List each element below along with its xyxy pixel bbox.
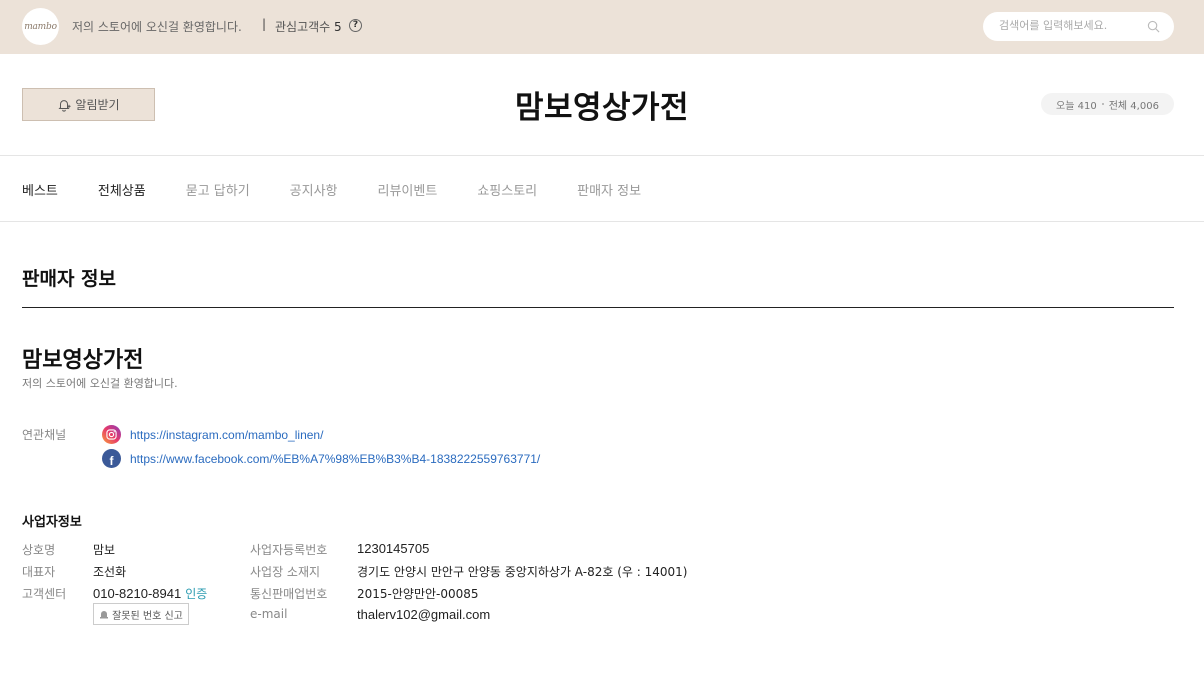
interest-label: 관심고객수: [275, 20, 331, 34]
search-box: [983, 12, 1174, 41]
phone-number: 010-8210-8941: [93, 586, 182, 601]
separator: |: [262, 17, 267, 31]
business-info-title: 사업자정보: [22, 515, 82, 530]
interest-number: 5: [334, 20, 342, 34]
nav-best[interactable]: 베스트: [22, 180, 58, 199]
business-name-label: 상호명: [22, 543, 56, 557]
address-label: 사업장 소재지: [250, 565, 321, 579]
store-title[interactable]: 맘보영상가전: [0, 82, 1204, 127]
channel-row-facebook: f https://www.facebook.com/%EB%A7%98%EB%…: [102, 449, 540, 468]
verify-link[interactable]: 인증: [185, 587, 207, 601]
logo-text: mambo: [24, 21, 57, 32]
help-icon[interactable]: ?: [349, 19, 362, 32]
store-logo[interactable]: mambo: [22, 8, 59, 45]
customer-center-label: 고객센터: [22, 587, 67, 601]
interest-count: 관심고객수 5: [275, 18, 342, 35]
representative-value: 조선화: [93, 565, 127, 579]
top-bar: mambo 저의 스토어에 오신걸 환영합니다. | 관심고객수 5 ?: [0, 0, 1204, 54]
dot-separator: [1101, 103, 1104, 105]
representative-label: 대표자: [22, 565, 56, 579]
visits-total: 전체 4,006: [1108, 100, 1159, 112]
nav-shopping-story[interactable]: 쇼핑스토리: [477, 180, 537, 199]
section-title: 판매자 정보: [22, 268, 117, 290]
ecommerce-number-value: 2015-안양만안-00085: [357, 587, 479, 601]
email-value: thalerv102@gmail.com: [357, 607, 491, 622]
channel-row-instagram: https://instagram.com/mambo_linen/: [102, 425, 323, 444]
store-nav: 베스트 전체상품 묻고 답하기 공지사항 리뷰이벤트 쇼핑스토리 판매자 정보: [22, 180, 681, 199]
instagram-icon: [102, 425, 121, 444]
biz-reg-number-label: 사업자등록번호: [250, 543, 328, 557]
nav-qna[interactable]: 묻고 답하기: [186, 180, 250, 199]
section-divider: [22, 307, 1174, 308]
customer-center-value: 010-8210-8941 인증: [93, 585, 207, 602]
nav-all-products[interactable]: 전체상품: [98, 180, 146, 199]
address-value: 경기도 안양시 만안구 안양동 중앙지하상가 A-82호 (우 : 14001): [357, 565, 688, 579]
seller-name: 맘보영상가전: [22, 348, 144, 373]
instagram-link[interactable]: https://instagram.com/mambo_linen/: [130, 428, 323, 442]
search-input[interactable]: [999, 19, 1139, 32]
divider: [0, 155, 1204, 156]
business-name-value: 맘보: [93, 543, 116, 557]
nav-review-event[interactable]: 리뷰이벤트: [378, 180, 438, 199]
seller-description: 저의 스토어에 오신걸 환영합니다.: [22, 377, 178, 390]
nav-seller-info[interactable]: 판매자 정보: [577, 180, 641, 199]
channel-label: 연관채널: [22, 428, 67, 442]
ecommerce-number-label: 통신판매업번호: [250, 587, 328, 601]
welcome-text: 저의 스토어에 오신걸 환영합니다.: [72, 20, 242, 34]
facebook-link[interactable]: https://www.facebook.com/%EB%A7%98%EB%B3…: [130, 452, 540, 466]
visits-today: 오늘 410: [1056, 100, 1097, 112]
siren-icon: [100, 611, 109, 619]
search-icon[interactable]: [1147, 20, 1160, 33]
report-wrong-number-button[interactable]: 잘못된 번호 신고: [93, 603, 189, 625]
divider: [0, 221, 1204, 222]
biz-reg-number-value: 1230145705: [357, 541, 430, 556]
email-label: e-mail: [250, 607, 288, 621]
nav-notice[interactable]: 공지사항: [290, 180, 338, 199]
visit-counter: 오늘 410 전체 4,006: [1041, 93, 1174, 115]
report-label: 잘못된 번호 신고: [112, 610, 183, 622]
facebook-icon: f: [102, 449, 121, 468]
